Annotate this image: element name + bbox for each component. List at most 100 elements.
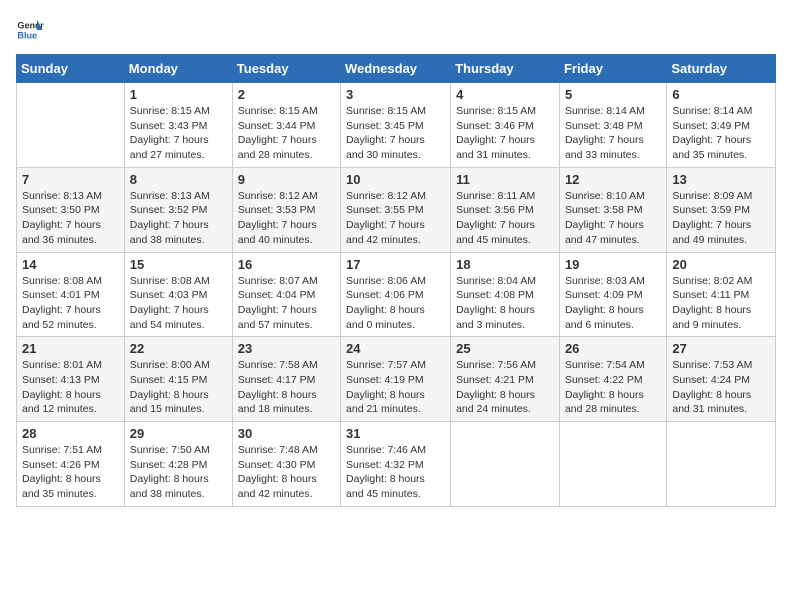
day-number: 14 <box>22 257 119 272</box>
day-cell: 6 Sunrise: 8:14 AM Sunset: 3:49 PM Daylig… <box>667 83 776 168</box>
day-detail: Sunrise: 8:01 AM Sunset: 4:13 PM Dayligh… <box>22 358 119 417</box>
header-sunday: Sunday <box>17 55 125 83</box>
day-cell: 8 Sunrise: 8:13 AM Sunset: 3:52 PM Daylig… <box>124 167 232 252</box>
day-cell: 30Sunrise: 7:48 AM Sunset: 4:30 PM Dayli… <box>232 422 340 507</box>
day-cell: 12Sunrise: 8:10 AM Sunset: 3:58 PM Dayli… <box>559 167 666 252</box>
day-cell: 4 Sunrise: 8:15 AM Sunset: 3:46 PM Daylig… <box>451 83 560 168</box>
day-detail: Sunrise: 8:15 AM Sunset: 3:43 PM Dayligh… <box>130 104 227 163</box>
header-row: SundayMondayTuesdayWednesdayThursdayFrid… <box>17 55 776 83</box>
day-number: 4 <box>456 87 554 102</box>
day-cell: 5 Sunrise: 8:14 AM Sunset: 3:48 PM Daylig… <box>559 83 666 168</box>
day-detail: Sunrise: 7:56 AM Sunset: 4:21 PM Dayligh… <box>456 358 554 417</box>
day-cell: 16 Sunrise: 8:07 AM Sunset: 4:04 PM Dayli… <box>232 252 340 337</box>
day-detail: Sunrise: 8:09 AM Sunset: 3:59 PM Dayligh… <box>672 189 770 248</box>
day-cell: 19Sunrise: 8:03 AM Sunset: 4:09 PM Dayli… <box>559 252 666 337</box>
day-cell: 18Sunrise: 8:04 AM Sunset: 4:08 PM Dayli… <box>451 252 560 337</box>
day-detail: Sunrise: 7:57 AM Sunset: 4:19 PM Dayligh… <box>346 358 445 417</box>
header-friday: Friday <box>559 55 666 83</box>
day-number: 25 <box>456 341 554 356</box>
day-number: 6 <box>672 87 770 102</box>
day-detail: Sunrise: 8:11 AM Sunset: 3:56 PM Dayligh… <box>456 189 554 248</box>
day-number: 27 <box>672 341 770 356</box>
day-cell: 20Sunrise: 8:02 AM Sunset: 4:11 PM Dayli… <box>667 252 776 337</box>
day-cell: 25 Sunrise: 7:56 AM Sunset: 4:21 PM Dayli… <box>451 337 560 422</box>
calendar-header: SundayMondayTuesdayWednesdayThursdayFrid… <box>17 55 776 83</box>
header-saturday: Saturday <box>667 55 776 83</box>
day-number: 16 <box>238 257 335 272</box>
day-number: 13 <box>672 172 770 187</box>
day-detail: Sunrise: 8:15 AM Sunset: 3:44 PM Dayligh… <box>238 104 335 163</box>
day-cell: 11 Sunrise: 8:11 AM Sunset: 3:56 PM Dayli… <box>451 167 560 252</box>
day-number: 20 <box>672 257 770 272</box>
day-cell: 22 Sunrise: 8:00 AM Sunset: 4:15 PM Dayli… <box>124 337 232 422</box>
day-detail: Sunrise: 7:50 AM Sunset: 4:28 PM Dayligh… <box>130 443 227 502</box>
day-number: 3 <box>346 87 445 102</box>
day-number: 21 <box>22 341 119 356</box>
day-detail: Sunrise: 7:46 AM Sunset: 4:32 PM Dayligh… <box>346 443 445 502</box>
logo-icon: General Blue <box>16 16 44 44</box>
logo: General Blue <box>16 16 48 44</box>
day-number: 31 <box>346 426 445 441</box>
day-number: 28 <box>22 426 119 441</box>
day-cell: 23Sunrise: 7:58 AM Sunset: 4:17 PM Dayli… <box>232 337 340 422</box>
day-number: 26 <box>565 341 661 356</box>
day-cell <box>451 422 560 507</box>
day-cell: 2 Sunrise: 8:15 AM Sunset: 3:44 PM Daylig… <box>232 83 340 168</box>
calendar-table: SundayMondayTuesdayWednesdayThursdayFrid… <box>16 54 776 507</box>
day-cell: 24 Sunrise: 7:57 AM Sunset: 4:19 PM Dayli… <box>341 337 451 422</box>
day-number: 1 <box>130 87 227 102</box>
header-thursday: Thursday <box>451 55 560 83</box>
day-detail: Sunrise: 8:08 AM Sunset: 4:03 PM Dayligh… <box>130 274 227 333</box>
day-detail: Sunrise: 8:15 AM Sunset: 3:46 PM Dayligh… <box>456 104 554 163</box>
day-number: 11 <box>456 172 554 187</box>
day-detail: Sunrise: 8:15 AM Sunset: 3:45 PM Dayligh… <box>346 104 445 163</box>
day-cell: 26 Sunrise: 7:54 AM Sunset: 4:22 PM Dayli… <box>559 337 666 422</box>
day-cell: 17 Sunrise: 8:06 AM Sunset: 4:06 PM Dayli… <box>341 252 451 337</box>
day-cell: 27 Sunrise: 7:53 AM Sunset: 4:24 PM Dayli… <box>667 337 776 422</box>
day-cell: 28 Sunrise: 7:51 AM Sunset: 4:26 PM Dayli… <box>17 422 125 507</box>
day-detail: Sunrise: 7:54 AM Sunset: 4:22 PM Dayligh… <box>565 358 661 417</box>
day-detail: Sunrise: 8:06 AM Sunset: 4:06 PM Dayligh… <box>346 274 445 333</box>
day-number: 7 <box>22 172 119 187</box>
day-number: 29 <box>130 426 227 441</box>
day-cell: 3 Sunrise: 8:15 AM Sunset: 3:45 PM Daylig… <box>341 83 451 168</box>
day-number: 2 <box>238 87 335 102</box>
day-number: 17 <box>346 257 445 272</box>
day-cell: 29 Sunrise: 7:50 AM Sunset: 4:28 PM Dayli… <box>124 422 232 507</box>
day-number: 30 <box>238 426 335 441</box>
day-detail: Sunrise: 8:12 AM Sunset: 3:53 PM Dayligh… <box>238 189 335 248</box>
week-row-5: 28 Sunrise: 7:51 AM Sunset: 4:26 PM Dayli… <box>17 422 776 507</box>
day-detail: Sunrise: 7:51 AM Sunset: 4:26 PM Dayligh… <box>22 443 119 502</box>
day-detail: Sunrise: 7:53 AM Sunset: 4:24 PM Dayligh… <box>672 358 770 417</box>
day-number: 10 <box>346 172 445 187</box>
svg-text:Blue: Blue <box>17 30 37 40</box>
day-detail: Sunrise: 8:03 AM Sunset: 4:09 PM Dayligh… <box>565 274 661 333</box>
day-detail: Sunrise: 8:13 AM Sunset: 3:52 PM Dayligh… <box>130 189 227 248</box>
day-detail: Sunrise: 8:13 AM Sunset: 3:50 PM Dayligh… <box>22 189 119 248</box>
page-header: General Blue <box>16 16 776 44</box>
day-detail: Sunrise: 8:00 AM Sunset: 4:15 PM Dayligh… <box>130 358 227 417</box>
calendar-body: 1 Sunrise: 8:15 AM Sunset: 3:43 PM Daylig… <box>17 83 776 507</box>
day-detail: Sunrise: 8:07 AM Sunset: 4:04 PM Dayligh… <box>238 274 335 333</box>
header-wednesday: Wednesday <box>341 55 451 83</box>
day-number: 24 <box>346 341 445 356</box>
day-cell: 31 Sunrise: 7:46 AM Sunset: 4:32 PM Dayli… <box>341 422 451 507</box>
day-number: 5 <box>565 87 661 102</box>
day-cell: 15 Sunrise: 8:08 AM Sunset: 4:03 PM Dayli… <box>124 252 232 337</box>
day-number: 15 <box>130 257 227 272</box>
day-detail: Sunrise: 8:14 AM Sunset: 3:48 PM Dayligh… <box>565 104 661 163</box>
week-row-3: 14Sunrise: 8:08 AM Sunset: 4:01 PM Dayli… <box>17 252 776 337</box>
header-tuesday: Tuesday <box>232 55 340 83</box>
day-number: 22 <box>130 341 227 356</box>
day-cell <box>667 422 776 507</box>
day-detail: Sunrise: 8:12 AM Sunset: 3:55 PM Dayligh… <box>346 189 445 248</box>
day-cell: 14Sunrise: 8:08 AM Sunset: 4:01 PM Dayli… <box>17 252 125 337</box>
day-detail: Sunrise: 8:14 AM Sunset: 3:49 PM Dayligh… <box>672 104 770 163</box>
day-number: 18 <box>456 257 554 272</box>
day-number: 8 <box>130 172 227 187</box>
day-cell: 7 Sunrise: 8:13 AM Sunset: 3:50 PM Daylig… <box>17 167 125 252</box>
day-cell: 9 Sunrise: 8:12 AM Sunset: 3:53 PM Daylig… <box>232 167 340 252</box>
day-detail: Sunrise: 7:58 AM Sunset: 4:17 PM Dayligh… <box>238 358 335 417</box>
day-number: 9 <box>238 172 335 187</box>
week-row-4: 21 Sunrise: 8:01 AM Sunset: 4:13 PM Dayli… <box>17 337 776 422</box>
